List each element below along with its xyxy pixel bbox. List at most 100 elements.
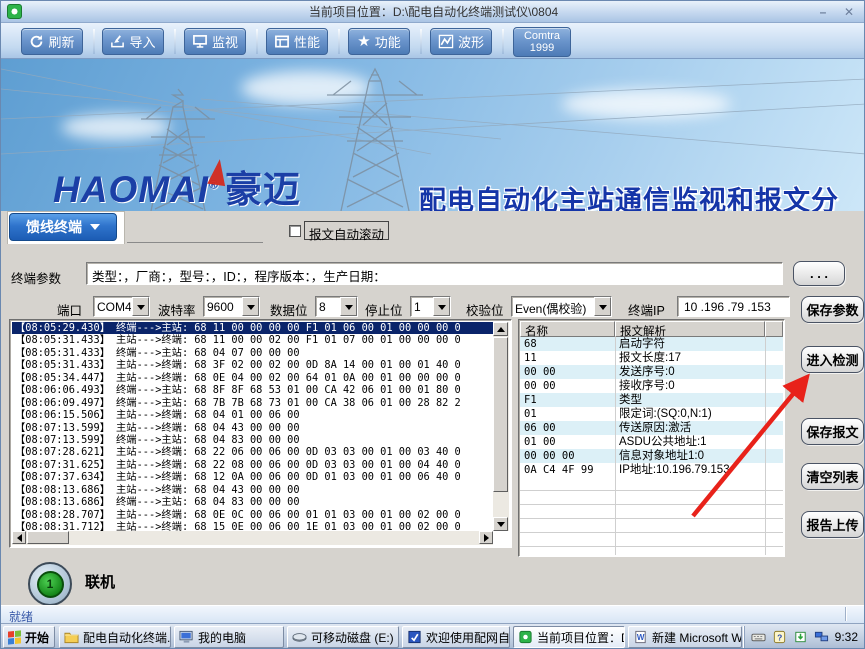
list-item[interactable]: 【08:05:31.433】主站--->终端:68 11 00 00 02 00… [12,334,493,346]
list-item[interactable]: 【08:06:09.497】终端--->主站:68 7B 7B 68 73 01… [12,397,493,409]
performance-button[interactable]: 性能 [266,28,328,55]
list-item[interactable]: 【08:08:13.686】终端--->主站:68 04 83 00 00 00 [12,496,493,508]
table-row[interactable]: 11 报文长度:17 [520,351,783,365]
list-item[interactable]: 【08:05:31.433】主站--->终端:68 3F 02 00 02 00… [12,359,493,371]
save-params-button[interactable]: 保存参数 [801,296,864,323]
start-button[interactable]: 开始 [3,626,55,648]
list-item[interactable]: 【08:05:34.447】主站--->终端:68 0E 04 00 02 00… [12,372,493,384]
keyboard-icon[interactable] [751,630,766,644]
table-row[interactable]: 00 00 接收序号:0 [520,379,783,393]
combo-arrow-icon[interactable] [340,297,357,316]
refresh-button[interactable]: 刷新 [21,28,83,55]
list-item[interactable]: 【08:08:31.712】主站--->终端:68 15 0E 00 06 00… [12,521,493,531]
minimize-button[interactable]: – [814,5,832,20]
table-row[interactable]: 01 00 ASDU公共地址:1 [520,435,783,449]
list-item[interactable]: 【08:07:37.634】主站--->终端:68 12 0A 00 06 00… [12,471,493,483]
taskbar-item-current-project[interactable]: 当前项目位置：D:... [513,626,625,648]
update-tray-icon[interactable] [793,630,808,644]
stopbits-combo[interactable]: 1 [410,296,451,317]
list-item[interactable]: 【08:06:15.506】主站--->终端:68 04 01 00 06 00 [12,409,493,421]
toolbar-separator [338,29,340,54]
banner: HAOMAI®豪迈 配电自动化主站通信监视和报文分析 [1,59,865,211]
toolbar-separator [174,29,176,54]
app-green-icon [518,630,533,644]
port-combo[interactable]: COM4 [93,296,150,317]
more-button[interactable]: . . . [793,261,845,286]
terminal-type-dropdown[interactable]: 馈线终端 [9,213,117,241]
save-message-button[interactable]: 保存报文 [801,418,864,445]
baud-combo[interactable]: 9600 [203,296,260,317]
list-item[interactable]: 【08:07:31.625】主站--->终端:68 22 08 00 06 00… [12,459,493,471]
clear-list-button[interactable]: 清空列表 [801,463,864,490]
list-item[interactable]: 【08:08:13.686】主站--->终端:68 04 43 00 00 00 [12,484,493,496]
app-window: 当前项目位置：D:\配电自动化终端测试仪\0804 – ✕ 刷新 导入 监视 性… [0,0,865,649]
auto-scroll-checkbox[interactable] [289,225,301,237]
combo-arrow-icon[interactable] [433,297,450,316]
auto-scroll-label[interactable]: 报文自动滚动 [304,221,389,240]
scroll-right-button[interactable] [479,531,493,544]
svg-text:?: ? [777,632,782,642]
close-button[interactable]: ✕ [840,5,858,20]
list-item[interactable]: 【08:08:28.707】主站--->终端:68 0E 0C 00 06 00… [12,509,493,521]
function-button[interactable]: ★ 功能 [348,28,410,55]
vertical-scrollbar[interactable] [493,322,509,531]
monitor-button[interactable]: 监视 [184,28,246,55]
waveform-icon [438,34,454,49]
help-icon[interactable]: ? [772,630,787,644]
horizontal-scrollbar[interactable] [12,531,493,545]
enter-test-button[interactable]: 进入检测 [801,346,864,373]
list-item[interactable]: 【08:07:13.599】主站--->终端:68 04 43 00 00 00 [12,422,493,434]
column-divider [765,337,766,555]
combo-arrow-icon[interactable] [132,297,149,316]
word-doc-icon: W [633,630,648,644]
table-row[interactable]: 00 00 00 信息对象地址1:0 [520,449,783,463]
list-item[interactable]: 【08:05:31.433】终端--->主站:68 04 07 00 00 00 [12,347,493,359]
taskbar-item-word[interactable]: W 新建 Microsoft Wor... [628,626,742,648]
upload-report-button[interactable]: 报告上传 [801,511,864,538]
list-item[interactable]: 【08:07:28.621】主站--->终端:68 22 06 00 06 00… [12,446,493,458]
system-tray: ? 9:32 [744,626,864,648]
refresh-icon [29,34,44,49]
taskbar-item-welcome[interactable]: 欢迎使用配网自... [402,626,510,648]
taskbar-item-removable-disk[interactable]: 可移动磁盘 (E:) [287,626,399,648]
scroll-left-button[interactable] [12,531,26,544]
chevron-down-icon [90,224,100,230]
table-row[interactable]: F1 类型 [520,393,783,407]
toolbar-separator [93,29,95,54]
terminal-param-field[interactable]: 类型：，厂商：，型号：，ID：，程序版本：，生产日期： [86,262,783,285]
port-label: 端口 [57,300,82,319]
main-toolbar: 刷新 导入 监视 性能 ★ 功能 波形 Comtra1999 [1,23,865,59]
comtrade-button[interactable]: Comtra1999 [513,27,571,57]
network-tray-icon[interactable] [814,630,829,644]
list-item[interactable]: 【08:06:06.493】终端--->主站:68 8F 8F 68 53 01… [12,384,493,396]
import-button[interactable]: 导入 [102,28,164,55]
scroll-down-button[interactable] [493,517,508,531]
taskbar-item-folder[interactable]: 配电自动化终端... [59,626,171,648]
table-row[interactable]: 06 00 传送原因:激活 [520,421,783,435]
combo-arrow-icon[interactable] [594,297,611,316]
status-text: 就绪 [9,610,33,624]
column-header-name[interactable]: 名称 [520,321,615,337]
setup-icon [407,630,422,644]
terminal-ip-field[interactable]: 10 .196 .79 .153 [677,296,790,317]
scroll-up-button[interactable] [493,322,508,336]
databits-combo[interactable]: 8 [315,296,358,317]
table-row[interactable]: 01 限定词:(SQ:0,N:1) [520,407,783,421]
column-header-parse[interactable]: 报文解析 [615,321,765,337]
table-row[interactable]: 0A C4 4F 99 IP地址:10.196.79.153 [520,463,783,477]
list-item[interactable]: 【08:05:29.430】终端--->主站:68 11 00 00 00 00… [12,322,493,334]
taskbar-item-mycomputer[interactable]: 我的电脑 [174,626,284,648]
list-item[interactable]: 【08:07:13.599】终端--->主站:68 04 83 00 00 00 [12,434,493,446]
windows-logo-icon [8,630,21,644]
parse-table-header: 名称 报文解析 [520,321,783,337]
waveform-button[interactable]: 波形 [430,28,492,55]
parity-combo[interactable]: Even(偶校验) [511,296,612,317]
message-rows: 【08:05:29.430】终端--->主站:68 11 00 00 00 00… [12,322,493,531]
scroll-thumb[interactable] [27,531,69,544]
computer-icon [179,630,194,644]
table-row[interactable]: 68 启动字符 [520,337,783,351]
combo-arrow-icon[interactable] [242,297,259,316]
scroll-thumb[interactable] [493,337,508,492]
clock[interactable]: 9:32 [835,630,858,644]
table-row[interactable]: 00 00 发送序号:0 [520,365,783,379]
